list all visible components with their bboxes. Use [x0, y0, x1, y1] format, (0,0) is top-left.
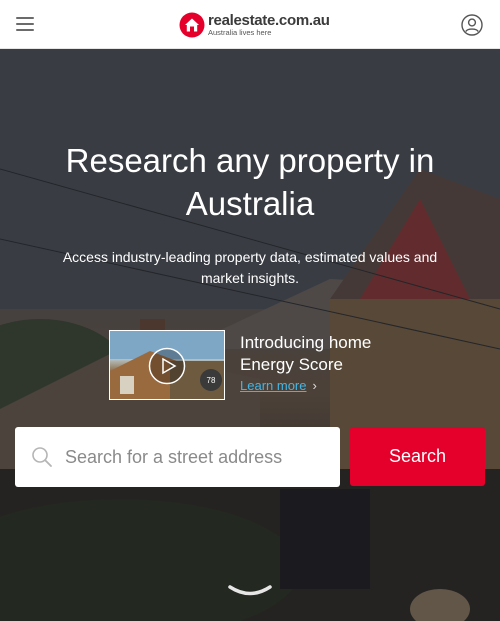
- hero-subheading: Access industry-leading property data, e…: [62, 249, 438, 286]
- hero-section: Research any property in Australia Acces…: [0, 49, 500, 621]
- search-button[interactable]: Search: [350, 427, 485, 486]
- logo-tagline: Australia lives here: [208, 28, 272, 38]
- site-logo[interactable]: realestate.com.au Australia lives here: [179, 11, 330, 39]
- learn-more-label: Learn more: [240, 378, 307, 393]
- play-icon: [148, 347, 186, 385]
- search-box: [15, 427, 340, 487]
- hero-headline: Research any property in Australia: [65, 142, 435, 222]
- energy-score-badge: 78: [200, 369, 222, 391]
- chevron-right-icon: ›: [312, 378, 317, 393]
- user-account-icon[interactable]: [461, 14, 483, 36]
- scroll-down-chevron-icon[interactable]: [228, 584, 272, 598]
- top-header: realestate.com.au Australia lives here: [0, 0, 500, 49]
- promo-title: Introducing home Energy Score: [240, 333, 372, 374]
- search-icon: [32, 447, 52, 467]
- learn-more-link[interactable]: Learn more ›: [240, 378, 317, 393]
- logo-house-icon: [179, 12, 205, 38]
- promo-video-thumbnail[interactable]: 78: [109, 330, 225, 400]
- energy-score-promo: 78 Introducing home Energy Score Learn m…: [109, 330, 409, 400]
- hamburger-menu-icon[interactable]: [16, 17, 34, 31]
- logo-name: realestate.com.au: [208, 12, 330, 30]
- address-search-input[interactable]: [65, 427, 330, 487]
